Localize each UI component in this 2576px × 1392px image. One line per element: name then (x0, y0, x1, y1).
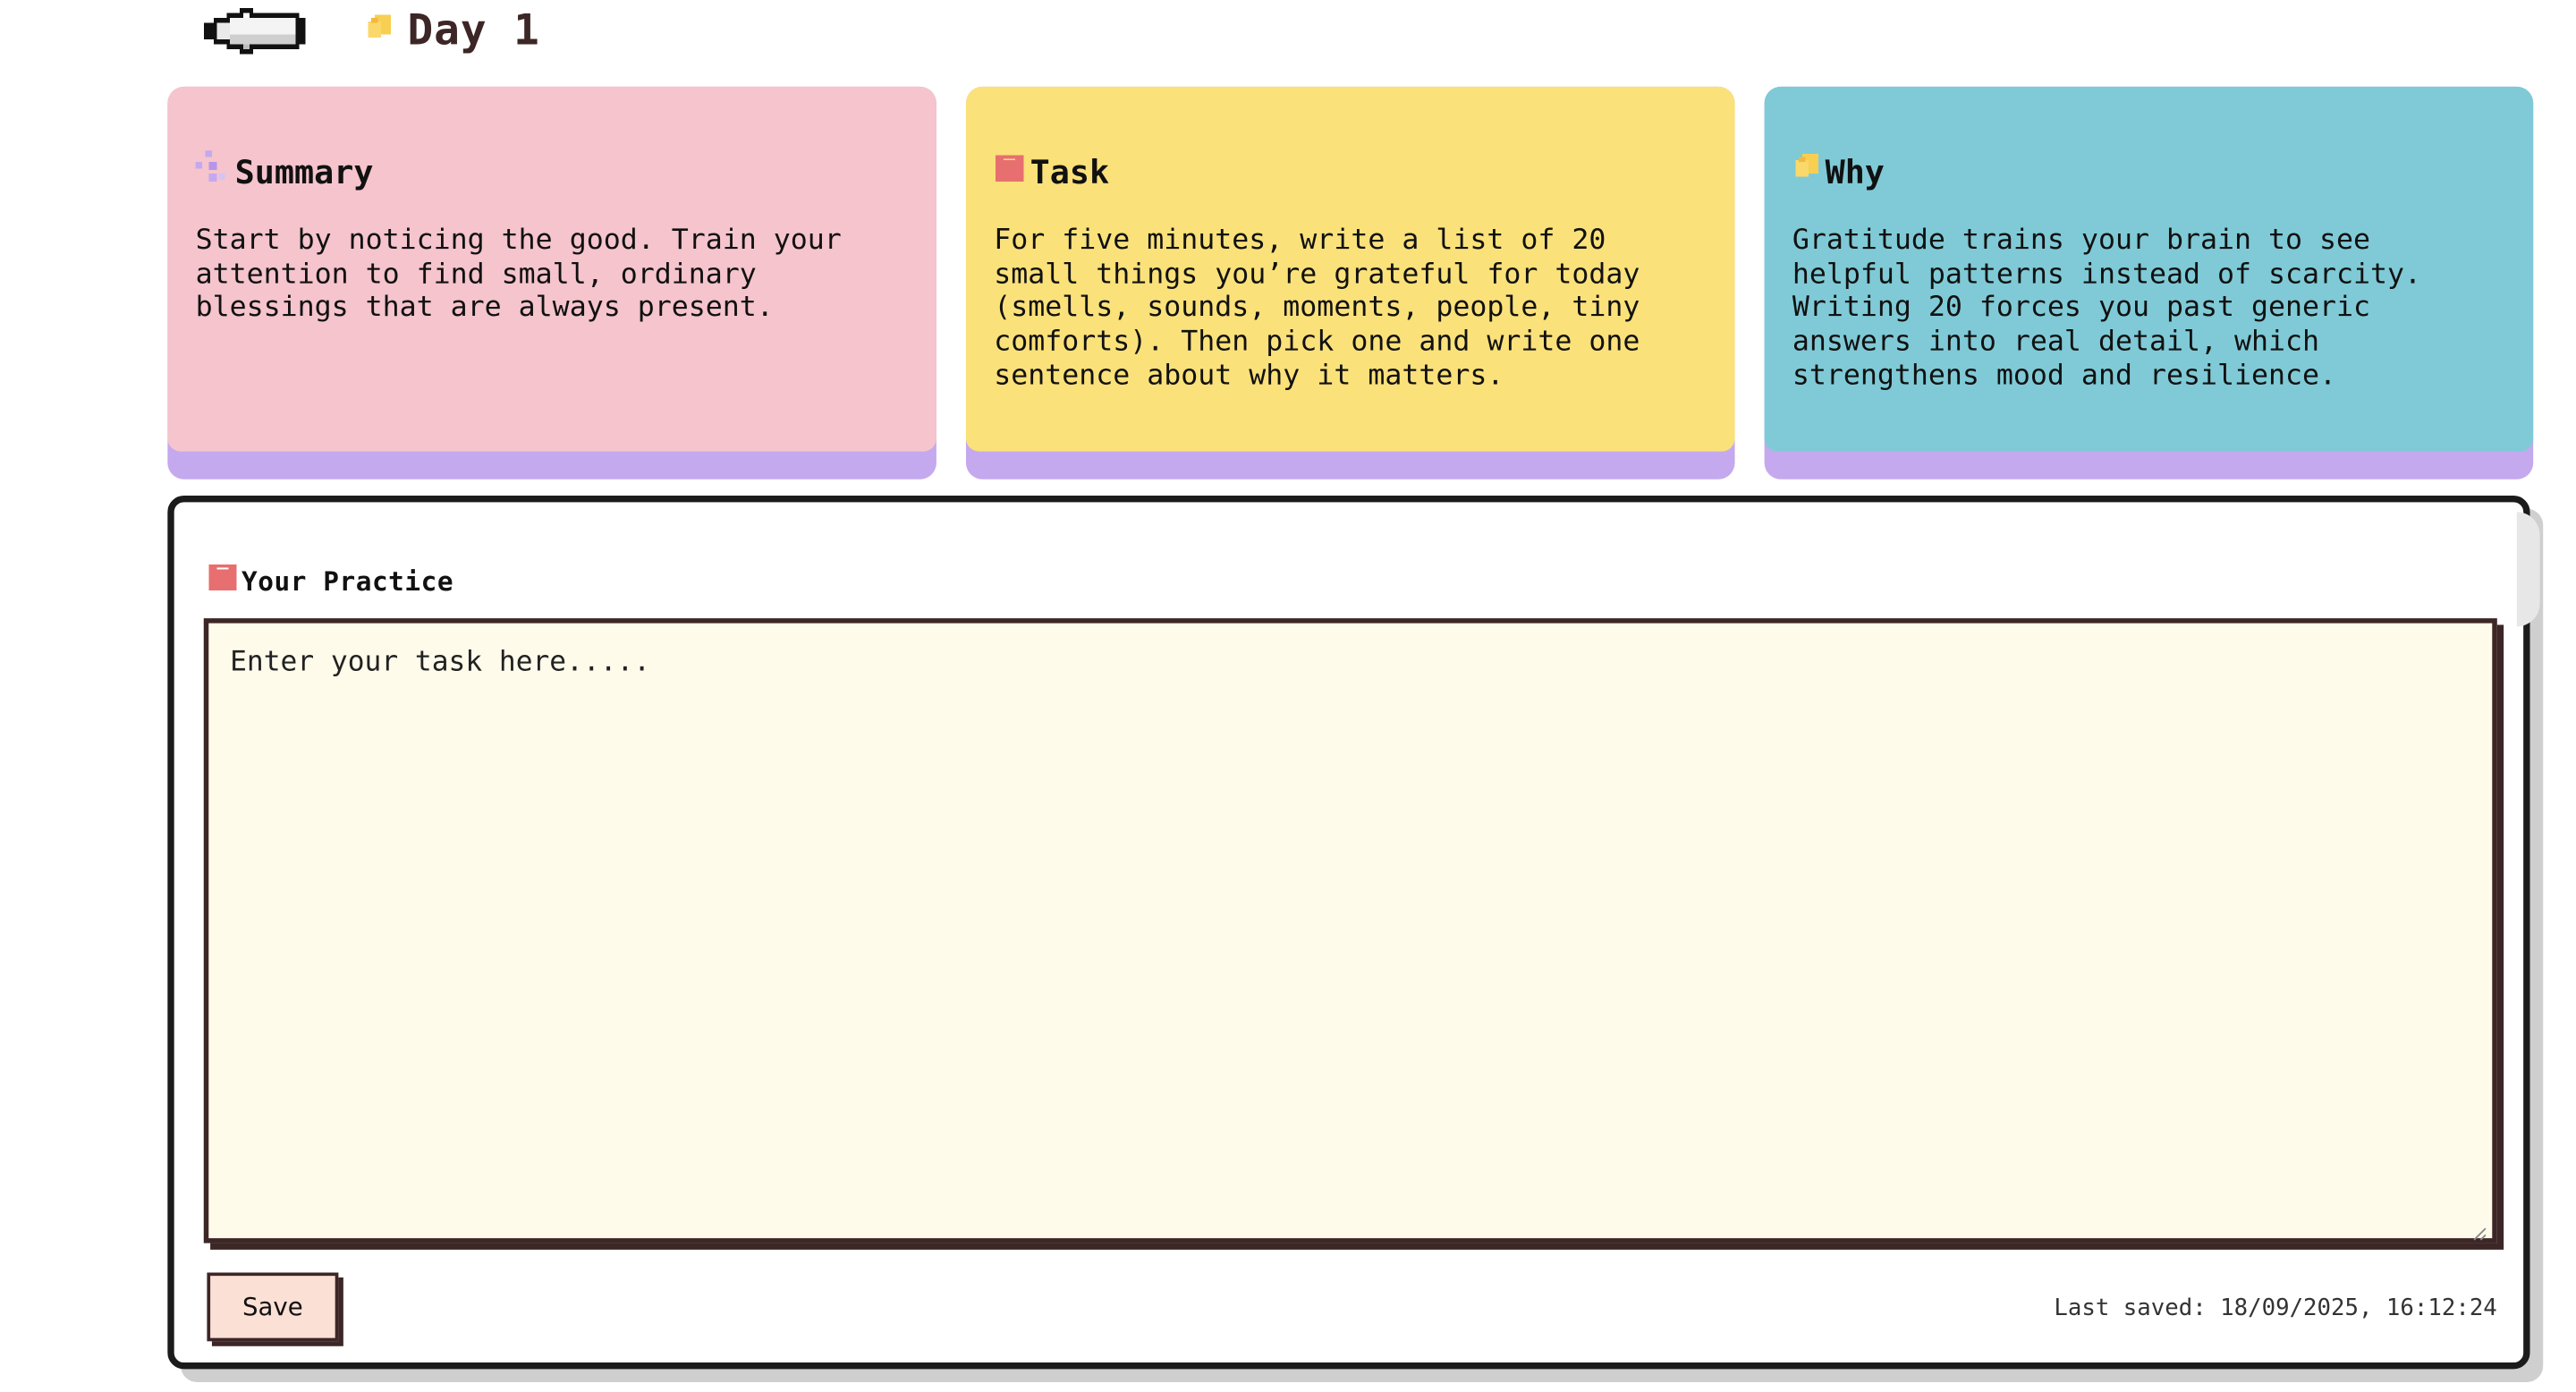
save-button[interactable]: Save (207, 1272, 339, 1342)
resize-grip-icon[interactable] (2470, 1217, 2487, 1241)
summary-card: Summary Start by noticing the good. Trai… (167, 86, 936, 480)
summary-card-body: Start by noticing the good. Train your a… (195, 224, 842, 325)
yellow-sticky-note-icon (365, 13, 394, 49)
practice-panel: Your Practice Save Last saved: 18/09/202… (167, 496, 2540, 1370)
sparkle-icon (195, 150, 232, 193)
pixel-arrow-left-icon (200, 2, 309, 67)
app-root: Day 1 Summary Start by noticing the good… (0, 0, 2576, 1392)
yellow-sticky-note-icon (1792, 152, 1822, 191)
task-input[interactable] (208, 623, 2493, 1239)
task-card: Task For five minutes, write a list of 2… (965, 86, 1735, 480)
why-card-title: Why (1825, 152, 1885, 191)
why-card: Why Gratitude trains your brain to see h… (1764, 86, 2534, 480)
task-card-body: For five minutes, write a list of 20 sma… (994, 224, 1640, 393)
header: Day 1 (200, 4, 539, 65)
last-saved-timestamp: Last saved: 18/09/2025, 16:12:24 (2054, 1295, 2497, 1322)
task-card-title: Task (1030, 152, 1110, 191)
summary-card-title: Summary (234, 152, 374, 191)
red-shirt-icon (994, 152, 1027, 191)
task-input-frame (203, 618, 2497, 1243)
why-card-body: Gratitude trains your brain to see helpf… (1792, 224, 2422, 393)
page-title: Day 1 (407, 6, 540, 56)
back-button[interactable] (200, 4, 312, 64)
practice-label: Your Practice (241, 564, 454, 597)
red-shirt-icon (207, 561, 240, 600)
why-card-face: Why Gratitude trains your brain to see h… (1764, 86, 2534, 452)
edge-shadow (2516, 512, 2540, 627)
summary-card-face: Summary Start by noticing the good. Trai… (167, 86, 936, 452)
task-card-face: Task For five minutes, write a list of 2… (965, 86, 1735, 452)
